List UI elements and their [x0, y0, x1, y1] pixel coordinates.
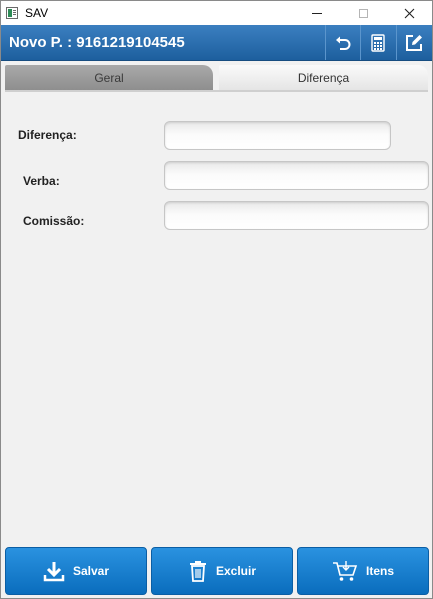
tab-bar: Geral Diferença: [1, 61, 432, 93]
tab-geral[interactable]: Geral: [5, 65, 213, 91]
page-title: Novo P. : 9161219104545: [9, 34, 185, 51]
diferenca-field[interactable]: [164, 121, 391, 150]
close-button[interactable]: [386, 1, 432, 25]
title-bar: SAV: [1, 1, 432, 25]
verba-field[interactable]: [164, 161, 429, 190]
edit-icon: [405, 34, 422, 51]
comissao-field[interactable]: [164, 201, 429, 230]
calculator-icon: [370, 33, 385, 52]
undo-button[interactable]: [325, 25, 359, 60]
cart-icon: [332, 561, 358, 581]
verba-label: Verba:: [23, 174, 60, 188]
delete-button-label: Excluir: [215, 564, 257, 578]
download-icon: [43, 562, 65, 582]
header-bar: Novo P. : 9161219104545: [1, 25, 432, 61]
trash-icon: [189, 561, 206, 582]
delete-button[interactable]: Excluir: [151, 547, 293, 595]
tab-diferenca[interactable]: Diferença: [219, 65, 428, 91]
save-button-label: Salvar: [72, 564, 110, 578]
items-button[interactable]: Itens: [297, 547, 429, 595]
app-icon: [6, 7, 18, 19]
app-window: SAV Novo P. : 9161219104545 Geral Difere…: [0, 0, 433, 599]
calculator-button[interactable]: [360, 25, 394, 60]
edit-button[interactable]: [396, 25, 430, 60]
items-button-label: Itens: [365, 564, 394, 578]
window-title: SAV: [25, 6, 49, 20]
minimize-icon: [312, 12, 322, 14]
undo-icon: [335, 36, 350, 50]
tab-divider: [5, 90, 428, 92]
maximize-button[interactable]: [340, 1, 386, 25]
close-icon: [404, 8, 414, 18]
maximize-icon: [358, 8, 368, 18]
save-button[interactable]: Salvar: [5, 547, 147, 595]
minimize-button[interactable]: [294, 1, 340, 25]
diferenca-label: Diferença:: [18, 128, 77, 142]
comissao-label: Comissão:: [23, 214, 85, 228]
